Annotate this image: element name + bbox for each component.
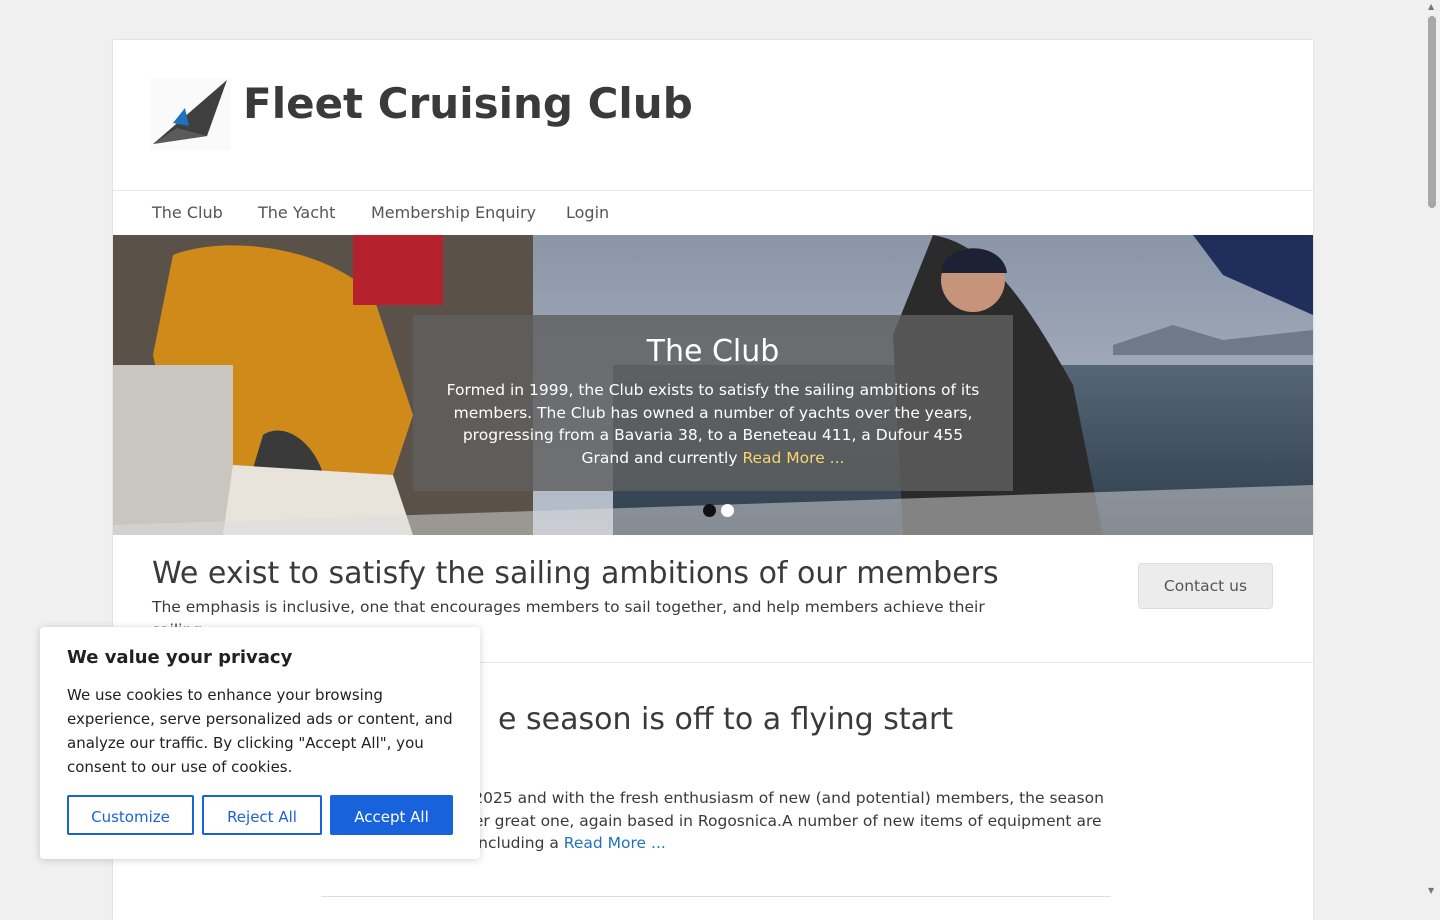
nav-item-the-club[interactable]: The Club xyxy=(152,203,223,222)
cookie-text: We use cookies to enhance your browsing … xyxy=(67,686,453,776)
customize-button[interactable]: Customize xyxy=(67,795,194,835)
page-scrollbar[interactable]: ▲ ▼ xyxy=(1425,0,1440,900)
hero-slider: The Club Formed in 1999, the Club exists… xyxy=(113,235,1313,535)
slide-caption: The Club Formed in 1999, the Club exists… xyxy=(413,315,1013,491)
slide-read-more-link[interactable]: Read More ... xyxy=(742,449,844,467)
cookie-title: We value your privacy xyxy=(67,647,293,668)
site-title[interactable]: Fleet Cruising Club xyxy=(243,78,693,130)
nav-item-membership-enquiry[interactable]: Membership Enquiry xyxy=(371,203,536,222)
sail-logo-icon[interactable] xyxy=(151,78,231,150)
main-nav: The Club The Yacht Membership Enquiry Lo… xyxy=(113,191,1313,236)
scroll-up-icon[interactable]: ▲ xyxy=(1428,2,1434,11)
nav-item-login[interactable]: Login xyxy=(566,203,609,222)
accept-all-button[interactable]: Accept All xyxy=(330,795,453,835)
reject-all-button[interactable]: Reject All xyxy=(202,795,322,835)
slide-caption-body: Formed in 1999, the Club exists to satis… xyxy=(446,381,980,467)
cookie-consent-banner: We value your privacy We use cookies to … xyxy=(40,627,480,859)
slide-caption-text: Formed in 1999, the Club exists to satis… xyxy=(441,379,985,469)
contact-us-button[interactable]: Contact us xyxy=(1138,563,1273,609)
scroll-down-icon[interactable]: ▼ xyxy=(1428,886,1434,895)
post-title[interactable]: e season is off to a flying start xyxy=(498,700,953,740)
post-read-more-link[interactable]: Read More ... xyxy=(564,834,666,852)
intro-heading: We exist to satisfy the sailing ambition… xyxy=(152,556,999,591)
nav-item-the-yacht[interactable]: The Yacht xyxy=(258,203,335,222)
site-header: Fleet Cruising Club xyxy=(113,40,1313,191)
post-divider xyxy=(321,896,1111,897)
scrollbar-thumb[interactable] xyxy=(1428,16,1436,208)
slider-dot-2[interactable] xyxy=(721,504,734,517)
slider-dot-1[interactable] xyxy=(703,504,716,517)
slide-caption-title: The Club xyxy=(646,334,780,369)
